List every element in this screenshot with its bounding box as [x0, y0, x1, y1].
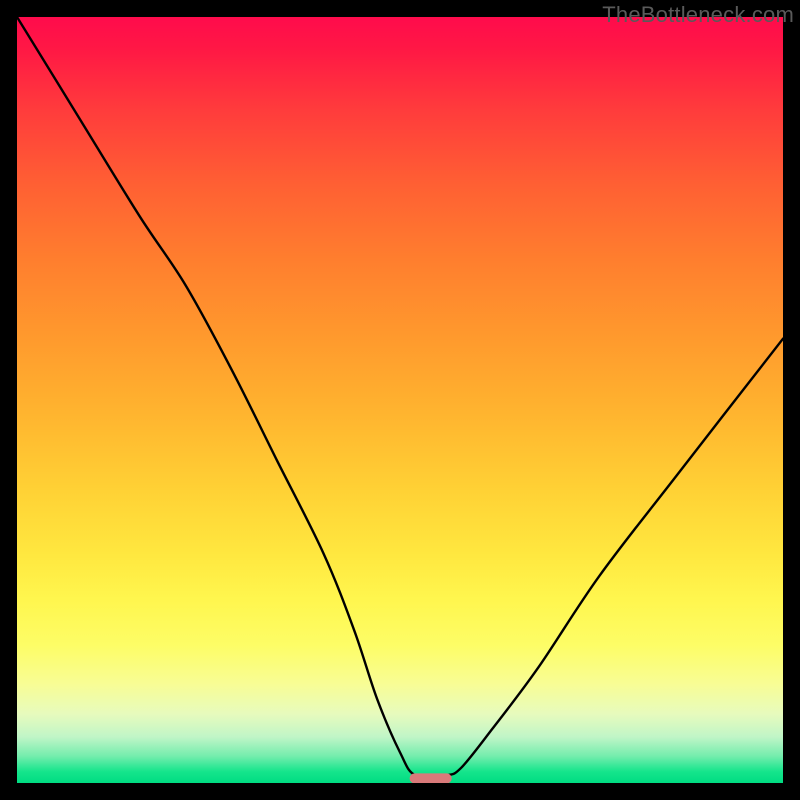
- bottleneck-curve-path: [17, 17, 783, 777]
- watermark-text: TheBottleneck.com: [602, 2, 794, 28]
- chart-frame: TheBottleneck.com: [0, 0, 800, 800]
- plot-area: [17, 17, 783, 783]
- optimal-marker: [410, 773, 452, 783]
- curve-overlay: [17, 17, 783, 783]
